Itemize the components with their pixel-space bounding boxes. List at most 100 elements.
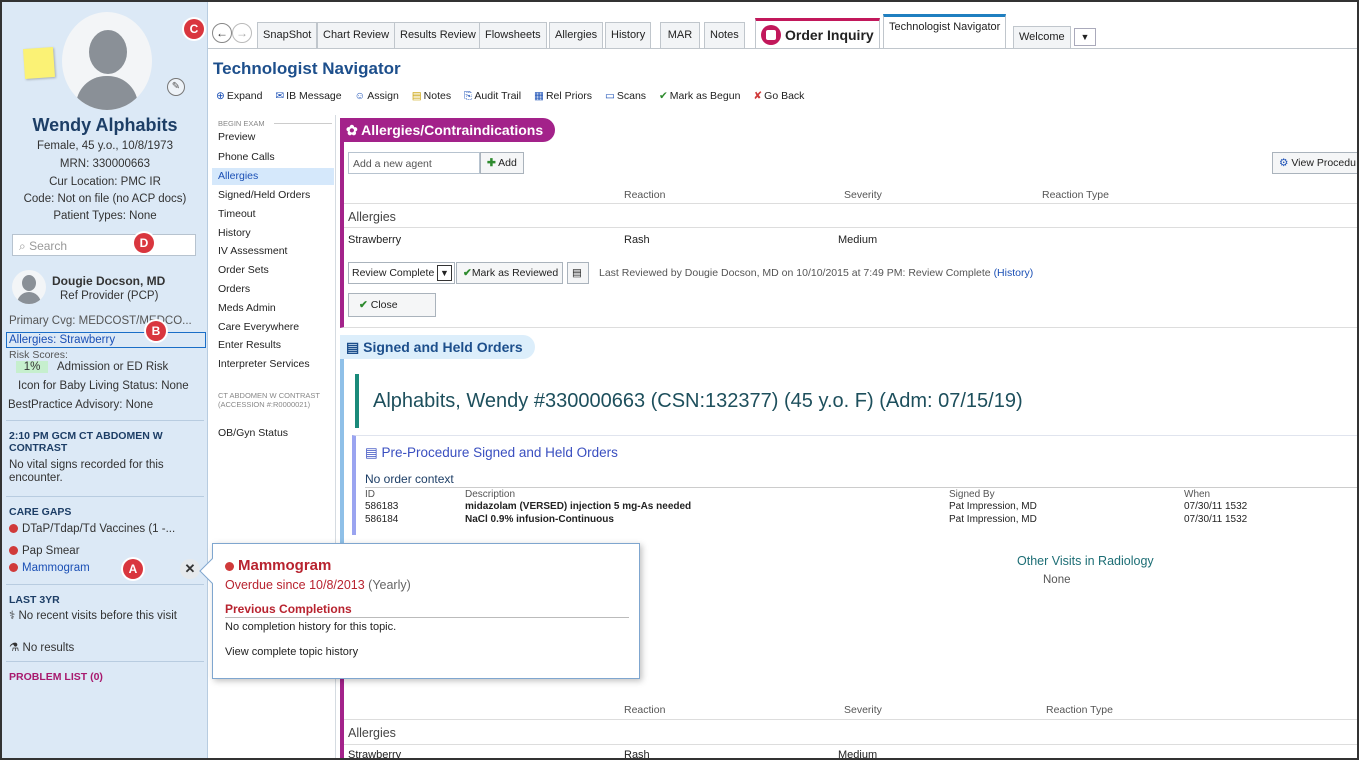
patient-code-status: Code: Not on file (no ACP docs)	[23, 193, 187, 205]
view-procedure-button[interactable]: ⚙ View Procedu	[1272, 152, 1357, 174]
tab-history[interactable]: History	[605, 22, 652, 48]
nav-item-phone-calls[interactable]: Phone Calls	[212, 149, 334, 166]
allergy-agent-link[interactable]: Strawberry	[348, 749, 401, 758]
add-agent-button[interactable]: ✚ Add	[480, 152, 524, 174]
audit-icon: ⎘	[464, 90, 473, 102]
order-description: midazolam (VERSED) injection 5 mg-As nee…	[465, 501, 692, 512]
rel-priors-button[interactable]: ▦ Rel Priors	[534, 90, 592, 102]
sticky-note-icon[interactable]	[22, 46, 56, 80]
allergies-group-label: Allergies	[348, 726, 396, 740]
history-link[interactable]: (History)	[994, 267, 1034, 279]
clipboard-icon: ▤	[365, 445, 378, 460]
search-input[interactable]: ⌕ Search	[12, 234, 196, 256]
allergies-group-label: Allergies	[348, 210, 396, 224]
nav-item-care-everywhere[interactable]: Care Everywhere	[212, 319, 334, 336]
close-icon[interactable]: ✕	[180, 559, 200, 579]
activity-toolbar: ⊕ Expand ✉ IB Message ☺ Assign ▤ Notes ⎘ Audi…	[216, 90, 814, 106]
tab-allergies[interactable]: Allergies	[549, 22, 604, 48]
divider	[225, 617, 629, 618]
risk-score-badge[interactable]: 1%	[16, 361, 48, 373]
patient-types: Patient Types: None	[53, 210, 157, 222]
encounter-header[interactable]: 2:10 PM GCM CT ABDOMEN W CONTRAST	[9, 430, 199, 454]
callout-marker-b: B	[146, 321, 166, 341]
tab-chart-review[interactable]: Chart Review	[317, 22, 396, 48]
tab-welcome[interactable]: Welcome	[1013, 26, 1071, 48]
last-reviewed-label: Last Reviewed by Dougie Docson, MD on 10…	[599, 267, 991, 279]
forward-arrow-icon[interactable]: →	[232, 23, 252, 43]
provider-avatar	[12, 270, 46, 304]
other-visits-title: Other Visits in Radiology	[1017, 554, 1154, 568]
nav-item-timeout[interactable]: Timeout	[212, 206, 334, 223]
ib-message-button[interactable]: ✉ IB Message	[275, 90, 341, 102]
nav-item-history[interactable]: History	[212, 225, 334, 242]
nav-item-preview[interactable]: Preview	[212, 129, 334, 146]
allergy-agent-link[interactable]: Strawberry	[348, 234, 401, 246]
care-gap-item[interactable]: Pap Smear	[9, 545, 80, 557]
no-results-label: No results	[22, 642, 75, 654]
divider	[344, 203, 1357, 204]
care-gap-label: Mammogram	[22, 562, 90, 574]
expand-icon: ⊕	[216, 90, 225, 102]
begin-exam-caption: BEGIN EXAM	[218, 119, 265, 128]
assign-button[interactable]: ☺ Assign	[355, 90, 399, 102]
mark-as-begun-button[interactable]: ✔ Mark as Begun	[659, 90, 740, 102]
divider	[6, 420, 204, 421]
tab-label: Order Inquiry	[785, 27, 874, 43]
add-agent-input[interactable]: Add a new agent	[348, 152, 480, 174]
tab-snapshot[interactable]: SnapShot	[257, 22, 318, 48]
close-button[interactable]: ✔ Close	[348, 293, 436, 317]
order-id-link[interactable]: 586183	[365, 501, 398, 512]
tab-mar[interactable]: MAR	[660, 22, 700, 48]
popup-title-label: Mammogram	[238, 557, 332, 574]
scan-icon: ▭	[604, 90, 615, 102]
nav-item-interpreter-services[interactable]: Interpreter Services	[212, 356, 334, 373]
care-gap-item[interactable]: Mammogram	[9, 562, 90, 574]
nav-item-meds-admin[interactable]: Meds Admin	[212, 300, 334, 317]
stethoscope-icon: ⚕	[9, 610, 16, 622]
nav-item-order-sets[interactable]: Order Sets	[212, 262, 334, 279]
allergies-link[interactable]: Allergies: Strawberry	[6, 332, 206, 348]
previous-completions-header: Previous Completions	[225, 602, 352, 616]
care-gap-item[interactable]: DTaP/Tdap/Td Vaccines (1 -...	[9, 523, 175, 535]
flask-icon: ⚗	[9, 642, 20, 654]
review-status-select[interactable]: Review Complete ▼	[348, 262, 455, 284]
tab-notes[interactable]: Notes	[704, 22, 745, 48]
back-arrow-icon[interactable]: ←	[212, 23, 232, 43]
overdue-frequency: (Yearly)	[368, 578, 411, 592]
tab-flowsheets[interactable]: Flowsheets	[479, 22, 547, 48]
search-icon: ⌕	[19, 239, 26, 253]
tab-order-inquiry[interactable]: Order Inquiry	[755, 18, 880, 48]
view-topic-history-link[interactable]: View complete topic history	[225, 646, 358, 658]
divider	[344, 744, 1357, 745]
expand-button[interactable]: ⊕ Expand	[216, 90, 262, 102]
nav-item-allergies[interactable]: Allergies	[212, 168, 334, 185]
provider-name[interactable]: Dougie Docson, MD	[52, 274, 165, 288]
divider	[344, 227, 1357, 228]
notes-button[interactable]: ▤ Notes	[412, 90, 451, 102]
edit-photo-icon[interactable]: ✎	[167, 78, 185, 96]
nav-item-signed-held-orders[interactable]: Signed/Held Orders	[212, 187, 334, 204]
nav-item-orders[interactable]: Orders	[212, 281, 334, 298]
order-signed-by: Pat Impression, MD	[949, 501, 1037, 512]
nav-item-ob-gyn-status[interactable]: OB/Gyn Status	[212, 425, 334, 442]
column-header-id: ID	[365, 489, 375, 500]
go-back-button[interactable]: ✘ Go Back	[753, 90, 804, 102]
calendar-icon[interactable]: ▤	[567, 262, 589, 284]
procedure-icon: ⚙	[1279, 157, 1289, 169]
tab-technologist-navigator[interactable]: Technologist Navigator	[883, 14, 1007, 48]
scans-button[interactable]: ▭ Scans	[605, 90, 646, 102]
mark-as-reviewed-button[interactable]: ✔Mark as Reviewed	[456, 262, 563, 284]
last-reviewed-text: Last Reviewed by Dougie Docson, MD on 10…	[599, 267, 1033, 279]
checkmark-icon: ✔	[463, 267, 472, 279]
order-when: 07/30/11 1532	[1184, 501, 1248, 512]
toolbar-label: Notes	[423, 90, 452, 102]
audit-trail-button[interactable]: ⎘ Audit Trail	[464, 90, 521, 102]
nav-item-iv-assessment[interactable]: IV Assessment	[212, 243, 334, 260]
tab-results-review[interactable]: Results Review	[394, 22, 482, 48]
order-id-link[interactable]: 586184	[365, 514, 398, 525]
problem-list-header[interactable]: PROBLEM LIST (0)	[9, 671, 103, 683]
more-tabs-chevron-down-icon[interactable]: ▼	[1074, 28, 1096, 46]
nav-item-enter-results[interactable]: Enter Results	[212, 337, 334, 354]
table-row: 586183 midazolam (VERSED) injection 5 mg…	[365, 501, 1357, 513]
column-header-reaction: Reaction	[624, 189, 666, 201]
